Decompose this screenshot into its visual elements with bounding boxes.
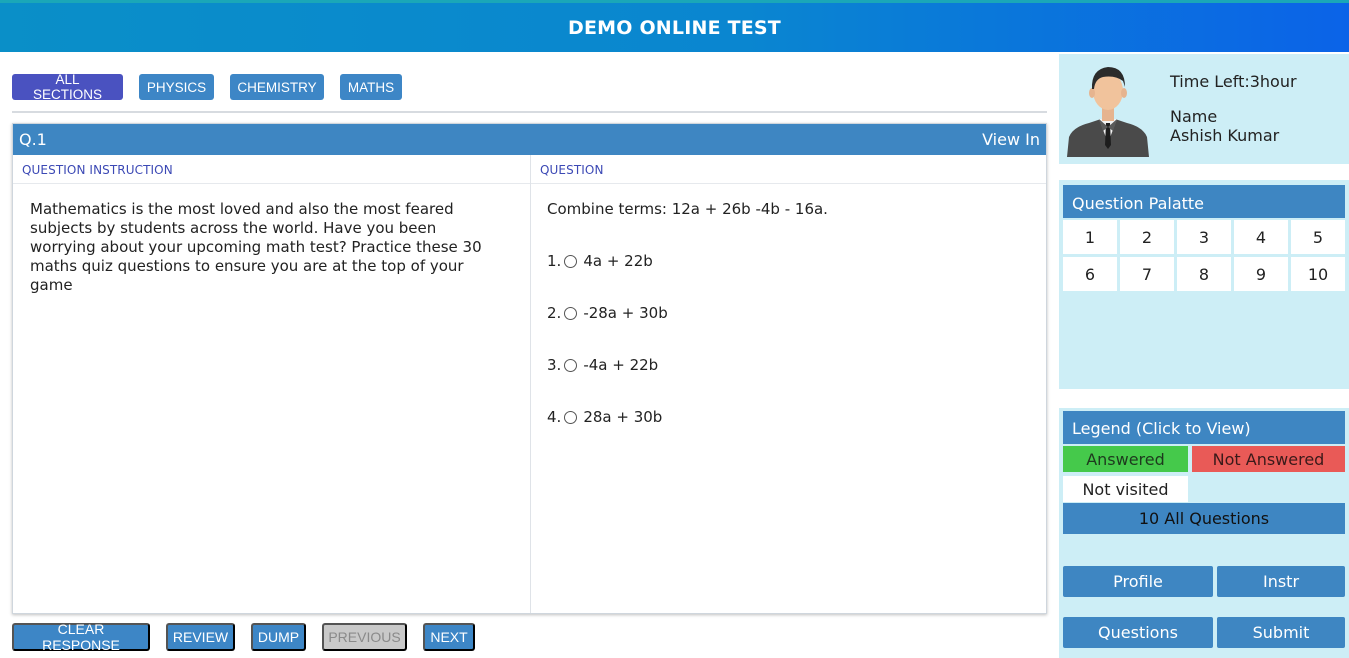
- legend-title[interactable]: Legend (Click to View): [1063, 411, 1345, 444]
- palette-question-4[interactable]: 4: [1234, 220, 1288, 254]
- instructions-button[interactable]: Instr: [1217, 566, 1345, 597]
- question-palette: Question Palatte 1 2 3 4 5 6 7 8 9 10: [1059, 180, 1349, 389]
- tab-maths[interactable]: MATHS: [340, 74, 402, 100]
- page-title: DEMO ONLINE TEST: [568, 16, 781, 39]
- avatar: [1067, 67, 1149, 157]
- option-1[interactable]: 1. 4a + 22b: [547, 251, 1030, 271]
- legend-not-visited[interactable]: Not visited: [1063, 476, 1188, 502]
- palette-question-9[interactable]: 9: [1234, 257, 1288, 291]
- profile-button[interactable]: Profile: [1063, 566, 1213, 597]
- clear-response-button[interactable]: CLEAR RESPONSE: [12, 621, 150, 653]
- legend-not-answered[interactable]: Not Answered: [1192, 446, 1345, 472]
- questions-button[interactable]: Questions: [1063, 617, 1213, 648]
- tab-chemistry[interactable]: CHEMISTRY: [230, 74, 324, 100]
- option-number: 1.: [547, 252, 562, 270]
- legend-panel: Legend (Click to View) Answered Not Answ…: [1059, 408, 1349, 658]
- submit-button[interactable]: Submit: [1217, 617, 1345, 648]
- radio-button[interactable]: [564, 410, 578, 424]
- option-number: 2.: [547, 304, 562, 322]
- option-text: 4a + 22b: [583, 252, 653, 270]
- palette-question-5[interactable]: 5: [1291, 220, 1345, 254]
- palette-question-8[interactable]: 8: [1177, 257, 1231, 291]
- view-in-link[interactable]: View In: [982, 130, 1040, 149]
- option-number: 3.: [547, 356, 562, 374]
- palette-question-7[interactable]: 7: [1120, 257, 1174, 291]
- tab-physics[interactable]: PHYSICS: [139, 74, 214, 100]
- question-number: Q.1: [19, 130, 47, 149]
- legend-answered[interactable]: Answered: [1063, 446, 1188, 472]
- palette-question-6[interactable]: 6: [1063, 257, 1117, 291]
- name-label: Name: [1170, 107, 1218, 126]
- option-4[interactable]: 4. 28a + 30b: [547, 407, 1030, 427]
- tab-all-sections[interactable]: ALL SECTIONS: [12, 72, 123, 102]
- option-3[interactable]: 3. -4a + 22b: [547, 355, 1030, 375]
- palette-grid: 1 2 3 4 5 6 7 8 9 10: [1063, 220, 1345, 291]
- instruction-column: QUESTION INSTRUCTION Mathematics is the …: [13, 155, 531, 613]
- question-text: Combine terms: 12a + 26b -4b - 16a.: [547, 200, 828, 218]
- legend-all-questions[interactable]: 10 All Questions: [1063, 503, 1345, 534]
- top-bar: DEMO ONLINE TEST: [0, 0, 1349, 52]
- radio-button[interactable]: [564, 306, 578, 320]
- dump-button[interactable]: DUMP: [251, 623, 306, 651]
- previous-button[interactable]: PREVIOUS: [322, 623, 407, 651]
- profile-card: Time Left:3hour Name Ashish Kumar: [1059, 54, 1349, 164]
- palette-question-3[interactable]: 3: [1177, 220, 1231, 254]
- option-2[interactable]: 2. -28a + 30b: [547, 303, 1030, 323]
- option-text: 28a + 30b: [583, 408, 663, 426]
- question-heading: QUESTION: [531, 155, 1046, 184]
- instruction-heading: QUESTION INSTRUCTION: [13, 155, 530, 184]
- palette-question-2[interactable]: 2: [1120, 220, 1174, 254]
- candidate-name: Ashish Kumar: [1170, 126, 1280, 145]
- radio-button[interactable]: [564, 358, 578, 372]
- option-number: 4.: [547, 408, 562, 426]
- tab-divider: [12, 111, 1047, 113]
- palette-question-1[interactable]: 1: [1063, 220, 1117, 254]
- next-button[interactable]: NEXT: [423, 623, 475, 651]
- instruction-text: Mathematics is the most loved and also t…: [30, 200, 482, 294]
- option-text: -28a + 30b: [583, 304, 668, 322]
- question-panel: Q.1 View In QUESTION INSTRUCTION Mathema…: [12, 123, 1047, 614]
- question-column: QUESTION Combine terms: 12a + 26b -4b - …: [531, 155, 1046, 613]
- time-left: Time Left:3hour: [1170, 72, 1297, 91]
- option-text: -4a + 22b: [583, 356, 659, 374]
- question-header: Q.1 View In: [13, 124, 1046, 155]
- radio-button[interactable]: [564, 254, 578, 268]
- palette-question-10[interactable]: 10: [1291, 257, 1345, 291]
- review-button[interactable]: REVIEW: [166, 623, 235, 651]
- palette-title: Question Palatte: [1063, 185, 1345, 218]
